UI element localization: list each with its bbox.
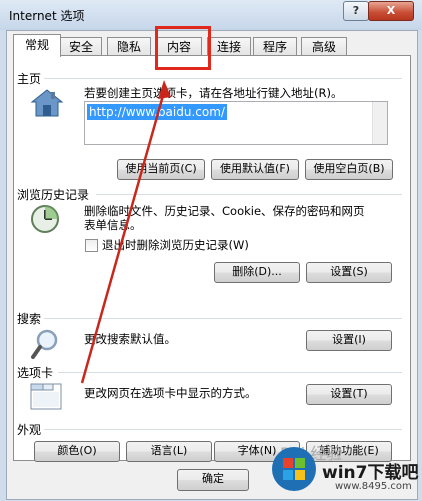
site-watermark-name: win7下载吧 bbox=[322, 463, 419, 483]
annotation-arrow bbox=[80, 80, 171, 384]
tab-general[interactable]: 常规 bbox=[13, 34, 61, 57]
site-watermark-url: www.8495.com bbox=[335, 481, 412, 492]
win7-logo-icon bbox=[270, 445, 318, 496]
